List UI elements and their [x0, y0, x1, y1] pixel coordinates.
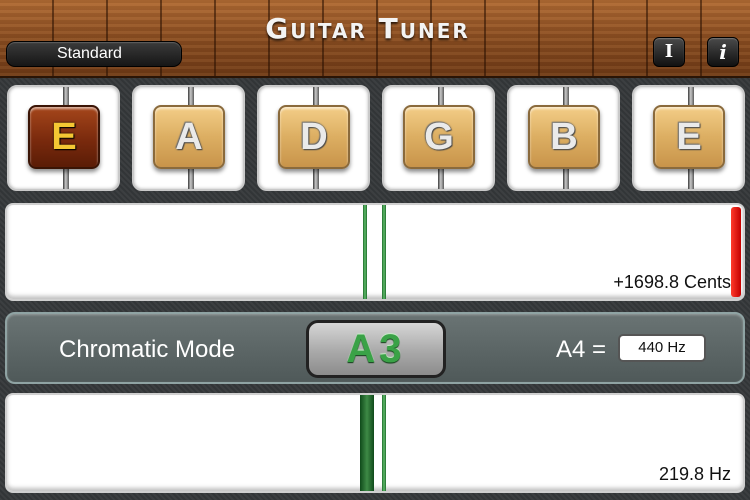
frequency-readout: 219.8 Hz — [658, 464, 731, 484]
cents-readout: +1698.8 Cents — [613, 272, 731, 292]
header-bar: Standard Guitar Tuner I i — [0, 0, 750, 78]
string-button-a[interactable]: A — [153, 105, 225, 169]
detected-note-display: A3 — [306, 320, 446, 378]
string-card-4: G — [382, 85, 495, 191]
string-button-d[interactable]: D — [278, 105, 350, 169]
string-card-1: E — [7, 85, 120, 191]
string-card-3: D — [257, 85, 370, 191]
mode-bar: Chromatic Mode A3 A4 = 440 Hz — [5, 312, 745, 384]
reference-label: A4 = — [556, 336, 607, 363]
tuning-selector[interactable]: Standard — [6, 41, 182, 67]
tuning-peg-icon: I — [664, 41, 674, 62]
info-icon: i — [719, 40, 727, 64]
mode-label[interactable]: Chromatic Mode — [59, 336, 235, 364]
string-button-e-high[interactable]: E — [653, 105, 725, 169]
reference-frequency-field[interactable]: 440 Hz — [618, 334, 706, 362]
center-line-right — [382, 205, 386, 299]
string-card-6: E — [632, 85, 745, 191]
string-selector-row: E A D G B E — [7, 85, 745, 191]
offscale-indicator — [731, 207, 741, 297]
center-line-left — [363, 205, 367, 299]
app-title: Guitar Tuner — [265, 12, 470, 45]
string-button-b[interactable]: B — [528, 105, 600, 169]
center-line — [382, 395, 386, 491]
info-button[interactable]: i — [707, 37, 739, 67]
string-button-g[interactable]: G — [403, 105, 475, 169]
string-button-e-low[interactable]: E — [28, 105, 100, 169]
frequency-meter: 219.8 Hz — [5, 393, 745, 493]
string-card-5: B — [507, 85, 620, 191]
cents-meter: +1698.8 Cents — [5, 203, 745, 301]
frequency-needle — [360, 395, 374, 491]
string-card-2: A — [132, 85, 245, 191]
tuning-peg-button[interactable]: I — [653, 37, 685, 67]
